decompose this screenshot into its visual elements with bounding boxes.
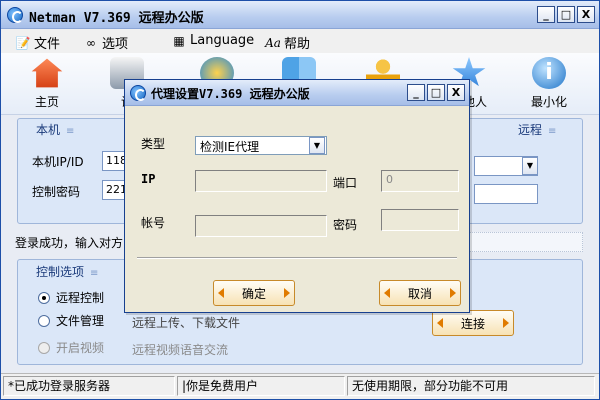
help-icon: Aa xyxy=(265,35,281,50)
video-description: 远程视频语音交流 xyxy=(132,343,229,357)
info-icon: i xyxy=(532,57,566,89)
arrow-left-icon xyxy=(384,288,390,298)
control-group-title: 控制选项 xyxy=(36,265,85,279)
arrow-right-icon xyxy=(503,318,509,328)
proxy-password-label: 密码 xyxy=(333,218,358,232)
dialog-title: 代理设置V7.369 远程办公版 xyxy=(151,87,310,101)
arrow-left-icon xyxy=(437,318,443,328)
status-license: 无使用期限，部分功能不可用 xyxy=(347,376,595,396)
close-button[interactable]: X xyxy=(577,6,595,23)
proxy-port-label: 端口 xyxy=(333,176,358,190)
menu-bar: 📝 文件 ∞ 选项 ▦ Language Aa 帮助 xyxy=(1,29,599,53)
arrow-right-icon xyxy=(450,288,456,298)
group-collapse-icon[interactable]: ≡ xyxy=(66,126,74,137)
title-bar[interactable]: Netman V7.369 远程办公版 _ □ X xyxy=(1,1,599,29)
proxy-settings-dialog: 代理设置V7.369 远程办公版 _ □ X 类型 检测IE代理 ▼ IP 端口… xyxy=(124,79,470,313)
local-group-header: 本机 ≡ xyxy=(36,121,74,138)
proxy-type-label: 类型 xyxy=(141,137,166,151)
local-ip-label: 本机IP/ID xyxy=(32,155,84,169)
radio-file-manager-label: 文件管理 xyxy=(56,314,105,328)
control-group-header: 控制选项 ≡ xyxy=(36,263,98,280)
ok-button[interactable]: 确定 xyxy=(213,280,295,306)
connect-button[interactable]: 连接 xyxy=(432,310,514,336)
document-icon: 📝 xyxy=(15,35,31,50)
toolbar-home-label: 主页 xyxy=(34,95,59,109)
chevron-down-icon[interactable]: ▼ xyxy=(522,157,538,175)
toolbar-minimize-label: 最小化 xyxy=(530,95,567,109)
proxy-password-field[interactable] xyxy=(381,209,459,231)
login-status-text: 登录成功，输入对方 xyxy=(15,236,124,250)
minimize-button[interactable]: _ xyxy=(537,6,555,23)
proxy-type-value: 检测IE代理 xyxy=(200,140,260,154)
group-collapse-icon[interactable]: ≡ xyxy=(548,126,556,137)
local-group-title: 本机 xyxy=(36,123,61,137)
language-icon: ▦ xyxy=(173,33,185,48)
chevron-down-icon[interactable]: ▼ xyxy=(309,137,325,154)
status-bar: *已成功登录服务器 |你是免费用户 无使用期限，部分功能不可用 xyxy=(1,373,599,399)
status-server: *已成功登录服务器 xyxy=(3,376,175,396)
dialog-divider xyxy=(137,257,457,259)
menu-file-label: 文件 xyxy=(34,37,61,52)
window-title: Netman V7.369 远程办公版 xyxy=(29,11,204,26)
group-collapse-icon[interactable]: ≡ xyxy=(90,268,98,279)
radio-selected-icon xyxy=(38,291,50,304)
dialog-maximize-button[interactable]: □ xyxy=(427,84,445,101)
status-user-type: |你是免费用户 xyxy=(177,376,345,396)
toolbar-home-button[interactable]: 主页 xyxy=(17,57,77,110)
radio-open-video-label: 开启视频 xyxy=(56,341,105,355)
radio-empty-icon xyxy=(38,314,50,327)
radio-remote-control-label: 远程控制 xyxy=(56,291,105,305)
menu-options[interactable]: ∞ 选项 xyxy=(83,33,129,53)
cancel-button-label: 取消 xyxy=(407,286,432,301)
radio-remote-control[interactable]: 远程控制 xyxy=(38,289,104,306)
remote-group-header: 远程 ≡ xyxy=(518,121,556,138)
dialog-minimize-button[interactable]: _ xyxy=(407,84,425,101)
app-logo-icon xyxy=(7,7,23,23)
remote-group-title: 远程 xyxy=(518,123,543,137)
menu-help-label: 帮助 xyxy=(284,37,311,52)
toolbar-minimize-button[interactable]: i 最小化 xyxy=(519,57,579,110)
proxy-account-label: 帐号 xyxy=(141,216,166,230)
radio-empty-icon xyxy=(38,341,50,354)
maximize-button[interactable]: □ xyxy=(557,6,575,23)
cancel-button[interactable]: 取消 xyxy=(379,280,461,306)
remote-password-field[interactable] xyxy=(474,184,538,204)
ok-button-label: 确定 xyxy=(241,286,266,301)
connect-button-label: 连接 xyxy=(460,316,485,331)
dialog-body: 类型 检测IE代理 ▼ IP 端口 0 帐号 密码 确定 取消 xyxy=(125,106,469,312)
arrow-left-icon xyxy=(218,288,224,298)
home-icon xyxy=(31,58,63,88)
proxy-account-field[interactable] xyxy=(195,215,327,237)
proxy-type-select[interactable]: 检测IE代理 xyxy=(195,136,327,155)
proxy-port-field[interactable]: 0 xyxy=(381,170,459,192)
dialog-close-button[interactable]: X xyxy=(447,84,465,101)
app-logo-icon xyxy=(130,85,146,101)
menu-file[interactable]: 📝 文件 xyxy=(15,33,61,53)
dialog-title-bar[interactable]: 代理设置V7.369 远程办公版 _ □ X xyxy=(125,80,469,106)
menu-language-label: Language xyxy=(190,33,255,48)
file-manager-description: 远程上传、下载文件 xyxy=(132,316,241,330)
menu-help[interactable]: Aa 帮助 xyxy=(265,33,311,53)
radio-open-video[interactable]: 开启视频 xyxy=(38,339,104,356)
glasses-icon: ∞ xyxy=(86,35,96,50)
proxy-ip-field[interactable] xyxy=(195,170,327,192)
proxy-ip-label: IP xyxy=(141,172,156,186)
menu-options-label: 选项 xyxy=(102,37,129,52)
radio-file-manager[interactable]: 文件管理 xyxy=(38,312,104,329)
arrow-right-icon xyxy=(284,288,290,298)
menu-language[interactable]: ▦ Language xyxy=(171,33,254,48)
control-password-label: 控制密码 xyxy=(32,185,81,199)
